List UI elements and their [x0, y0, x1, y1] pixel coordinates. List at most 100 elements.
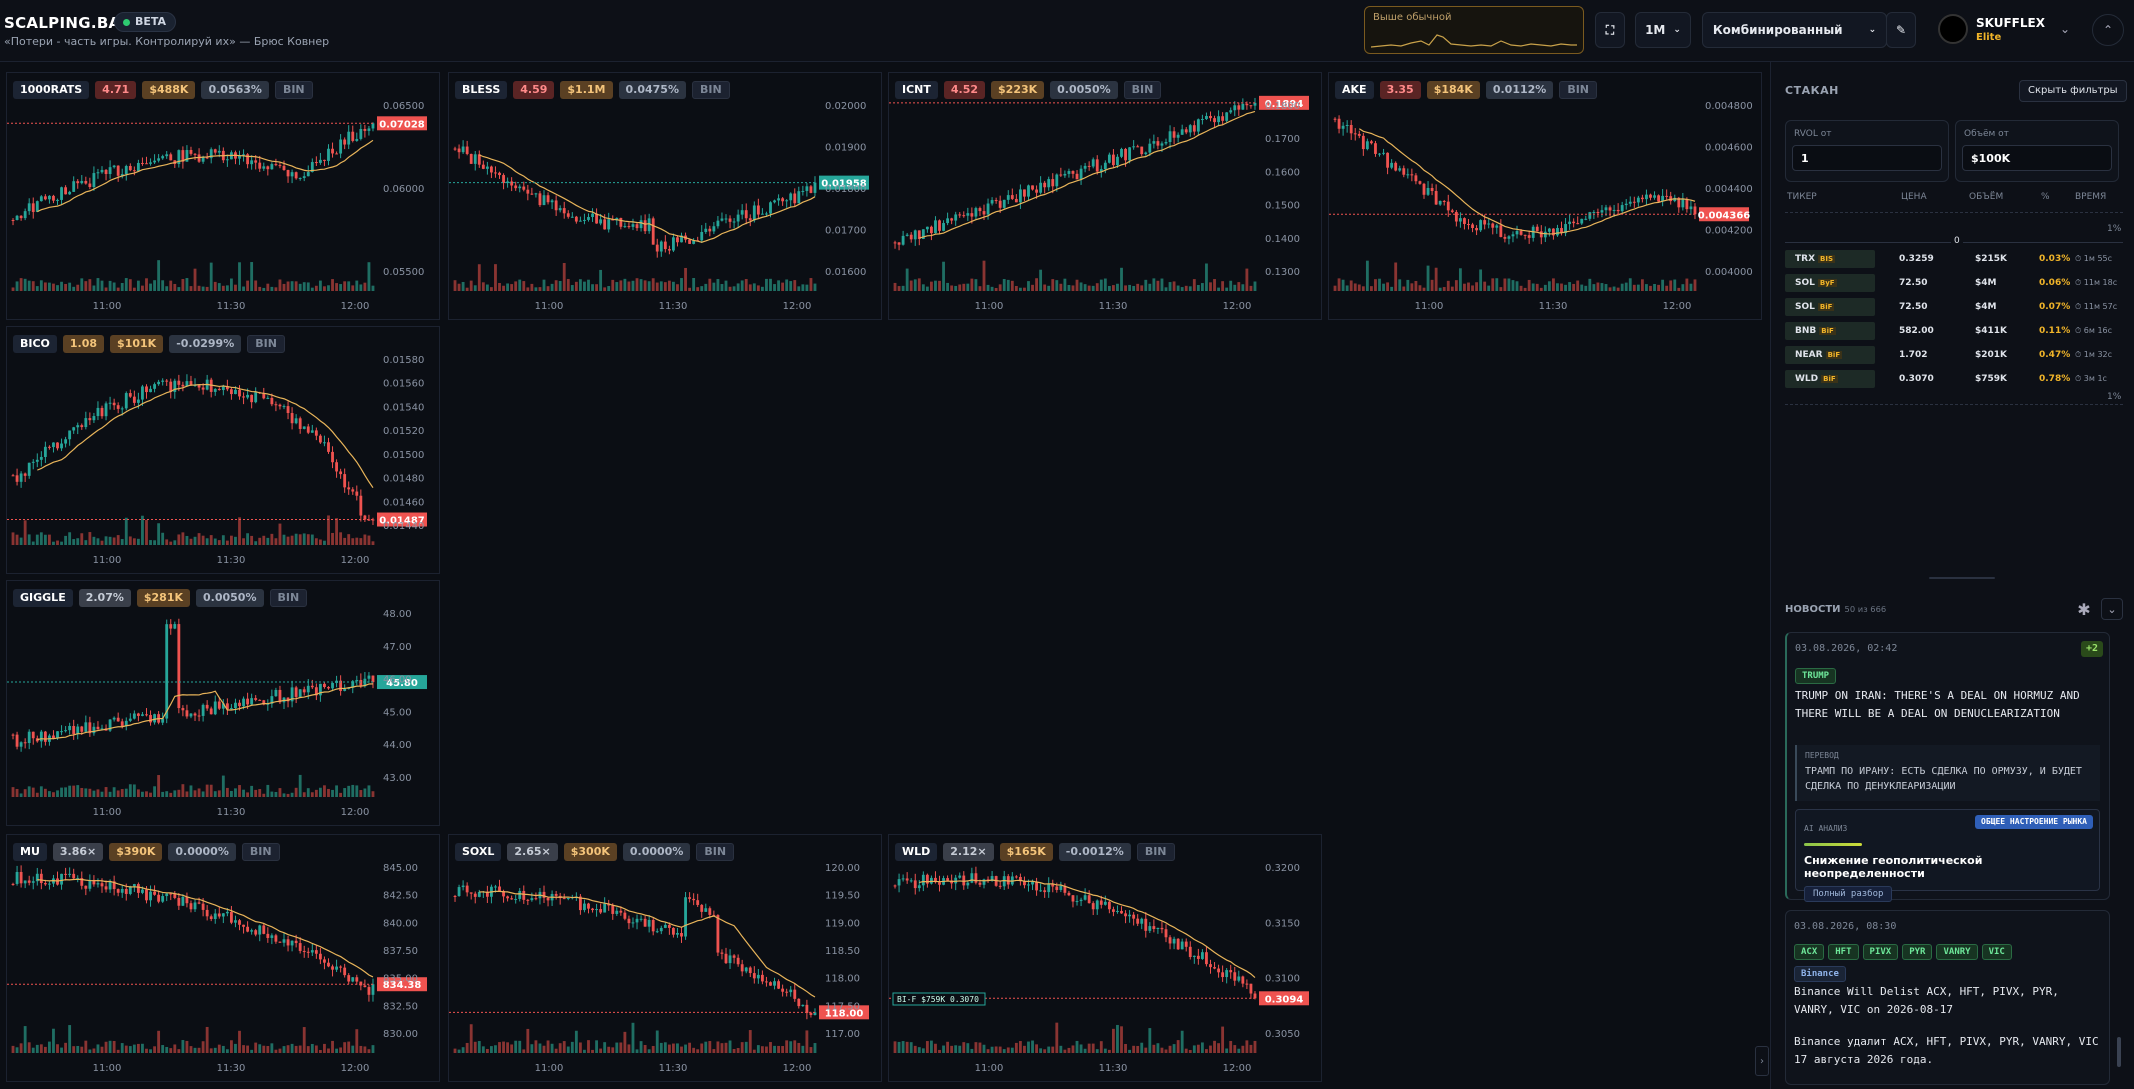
percent-chip: -0.0012%: [1058, 843, 1131, 861]
volume-bar: [704, 1041, 708, 1053]
ticker-chip[interactable]: MU: [13, 843, 47, 861]
candlestick-chart[interactable]: 118.00120.00119.50119.00118.50118.00117.…: [449, 835, 882, 1082]
col-price[interactable]: ЦЕНА: [1901, 192, 1927, 202]
chart-panel-ake[interactable]: AKE 3.35 $184K 0.0112% BIN 0.004366 0.004800 0.…: [1328, 72, 1762, 320]
candle: [363, 128, 367, 131]
candlestick-chart[interactable]: 0.30940.32000.31500.31000.305011:00 11:30…: [889, 835, 1322, 1082]
news-tag[interactable]: PIVX: [1862, 944, 1899, 960]
rvol-input[interactable]: 1: [1792, 145, 1942, 171]
sentiment-bar: [1804, 843, 1862, 846]
orderbook-row[interactable]: NEAR BiF 1.702 $201K 0.47% ⏱ 1м 32с: [1785, 346, 2123, 364]
candle: [120, 888, 124, 893]
volume-bar: [1075, 279, 1079, 291]
collapse-news-button[interactable]: ⌄: [2101, 598, 2123, 620]
edit-mode-button[interactable]: ✎: [1886, 12, 1916, 48]
expand-sidebar-button[interactable]: ›: [1755, 1046, 1769, 1076]
rvol-chip: 3.35: [1379, 81, 1421, 99]
volume-bar: [1669, 280, 1673, 291]
news-card[interactable]: 03.08.2026, 02:42 +2 TRUMP TRUMP ON IRAN…: [1785, 632, 2110, 902]
candlestick-chart[interactable]: 0.014870.015800.015600.015400.015200.015…: [7, 327, 440, 574]
news-scrollbar[interactable]: [2117, 1037, 2121, 1067]
percent-chip: 0.0050%: [196, 589, 264, 607]
candle: [15, 475, 19, 482]
orderbook-row[interactable]: WLD BiF 0.3070 $759K 0.78% ⏱ 3м 1с: [1785, 370, 2123, 388]
candlestick-chart[interactable]: 834.38845.00842.50840.00837.50835.00832.…: [7, 835, 440, 1082]
candle: [282, 406, 286, 408]
candlestick-chart[interactable]: 45.8048.0047.0046.0045.0044.0043.0011:00…: [7, 581, 440, 826]
market-activity-widget[interactable]: Выше обычной: [1364, 6, 1584, 54]
col-ticker[interactable]: ТИКЕР: [1787, 192, 1817, 202]
y-tick-label: 0.004600: [1705, 143, 1753, 154]
volume-bar: [740, 280, 744, 291]
candle: [1624, 203, 1628, 206]
candlestick-chart[interactable]: 0.18940.18000.17000.16000.15000.14000.13…: [889, 73, 1322, 320]
volume-bar: [1209, 282, 1212, 291]
price-tag: 0.004366: [1698, 210, 1751, 221]
volume-bar: [1152, 1044, 1156, 1053]
chart-panel-mu[interactable]: MU 3.86× $390K 0.0000% BIN 834.38 845.00 842.50…: [6, 834, 440, 1082]
candle: [740, 210, 744, 215]
mode-select[interactable]: Комбинированный ⌄: [1702, 12, 1887, 48]
settings-icon[interactable]: ✱: [2073, 598, 2095, 620]
volume-bar: [538, 287, 542, 291]
timeframe-select[interactable]: 1M ⌄: [1635, 12, 1691, 48]
volume-bar: [181, 784, 185, 797]
ticker-chip[interactable]: AKE: [1335, 81, 1374, 99]
news-tag[interactable]: PYR: [1902, 944, 1933, 960]
volume-bar: [615, 1042, 619, 1053]
col-time[interactable]: ВРЕМЯ: [2075, 192, 2106, 202]
chart-panel-bico[interactable]: BICO 1.08 $101K -0.0299% BIN 0.01487 0.01580 0.…: [6, 326, 440, 574]
chart-panel-1000rats[interactable]: 1000RATS 4.71 $488K 0.0563% BIN 0.07028 0.0650…: [6, 72, 440, 320]
orderbook-row[interactable]: BNB BiF 582.00 $411K 0.11% ⏱ 6м 16с: [1785, 322, 2123, 340]
resize-handle[interactable]: [1929, 577, 1995, 579]
ticker-chip[interactable]: ICNT: [895, 81, 938, 99]
exchange-chip: BIN: [696, 843, 735, 861]
scroll-top-button[interactable]: ⌃: [2092, 14, 2124, 46]
chart-panel-wld[interactable]: WLD 2.12× $165K -0.0012% BIN 0.3094 0.3200 0.31…: [888, 834, 1322, 1082]
candlestick-chart[interactable]: 0.019580.020000.019000.018000.017000.016…: [449, 73, 882, 320]
volume-bar: [230, 278, 233, 291]
volume-bar: [128, 784, 132, 797]
volume-bar: [1636, 284, 1640, 291]
chart-panel-soxl[interactable]: SOXL 2.65× $300K 0.0000% BIN 118.00 120.00 119.…: [448, 834, 882, 1082]
news-text: Binance Will Delist ACX, HFT, PIVX, PYR,…: [1794, 985, 2059, 1016]
col-percent[interactable]: %: [2041, 192, 2050, 202]
fullscreen-button[interactable]: ⛶: [1595, 12, 1625, 48]
candle: [457, 148, 461, 153]
news-tag[interactable]: HFT: [1828, 944, 1859, 960]
orderbook-row[interactable]: SOL BiF 72.50 $4M 0.07% ⏱ 11м 57с: [1785, 298, 2123, 316]
volume-bar: [978, 286, 982, 291]
ticker-chip[interactable]: SOXL: [455, 843, 502, 861]
chart-panel-giggle[interactable]: GIGGLE 2.07% $281K 0.0050% BIN 45.80 48.00 47.0…: [6, 580, 440, 826]
volume-input[interactable]: $100K: [1962, 145, 2112, 171]
chart-header: BICO 1.08 $101K -0.0299% BIN: [13, 335, 285, 353]
candle: [797, 998, 801, 1007]
news-tag[interactable]: TRUMP: [1795, 668, 1837, 684]
volume-bar: [1156, 1043, 1160, 1053]
ticker-chip[interactable]: BICO: [13, 335, 57, 353]
news-tag[interactable]: VIC: [1981, 944, 2012, 960]
volume-bar: [72, 785, 76, 797]
chart-panel-bless[interactable]: BLESS 4.59 $1.1M 0.0475% BIN 0.01958 0.02000 0.…: [448, 72, 882, 320]
chart-panel-icnt[interactable]: ICNT 4.52 $223K 0.0050% BIN 0.1894 0.1800 0.170…: [888, 72, 1322, 320]
candle: [1200, 952, 1204, 959]
candlestick-chart[interactable]: 0.0043660.0048000.0046000.0044000.004200…: [1329, 73, 1762, 320]
volume-bar: [88, 788, 92, 797]
ticker-chip[interactable]: GIGGLE: [13, 589, 73, 607]
candle: [266, 166, 270, 170]
ticker-chip[interactable]: WLD: [895, 843, 938, 861]
ticker-chip[interactable]: BLESS: [455, 81, 508, 99]
col-volume[interactable]: ОБЪЁМ: [1969, 192, 2003, 202]
orderbook-row[interactable]: SOL ByF 72.50 $4M 0.06% ⏱ 11м 18с: [1785, 274, 2123, 292]
candle: [1079, 899, 1083, 902]
candlestick-chart[interactable]: 0.070280.065000.060000.0550011:00 11:30 12…: [7, 73, 440, 320]
news-tag[interactable]: VANRY: [1936, 944, 1978, 960]
full-analysis-button[interactable]: Полный разбор: [1804, 886, 1893, 902]
news-tag[interactable]: ACX: [1794, 944, 1825, 960]
ticker-chip[interactable]: 1000RATS: [13, 81, 90, 99]
orderbook-row[interactable]: TRX BIS 0.3259 $215K 0.03% ⏱ 1м 55с: [1785, 250, 2123, 268]
news-card[interactable]: 03.08.2026, 08:30 ACX HFT PIVX PYR VANRY VIC …: [1785, 910, 2110, 1085]
user-menu[interactable]: SKUFFLEX Elite ⌄: [1936, 10, 2086, 50]
hide-filters-button[interactable]: Скрыть фильтры: [2019, 80, 2127, 102]
volume-bar: [153, 1046, 156, 1053]
